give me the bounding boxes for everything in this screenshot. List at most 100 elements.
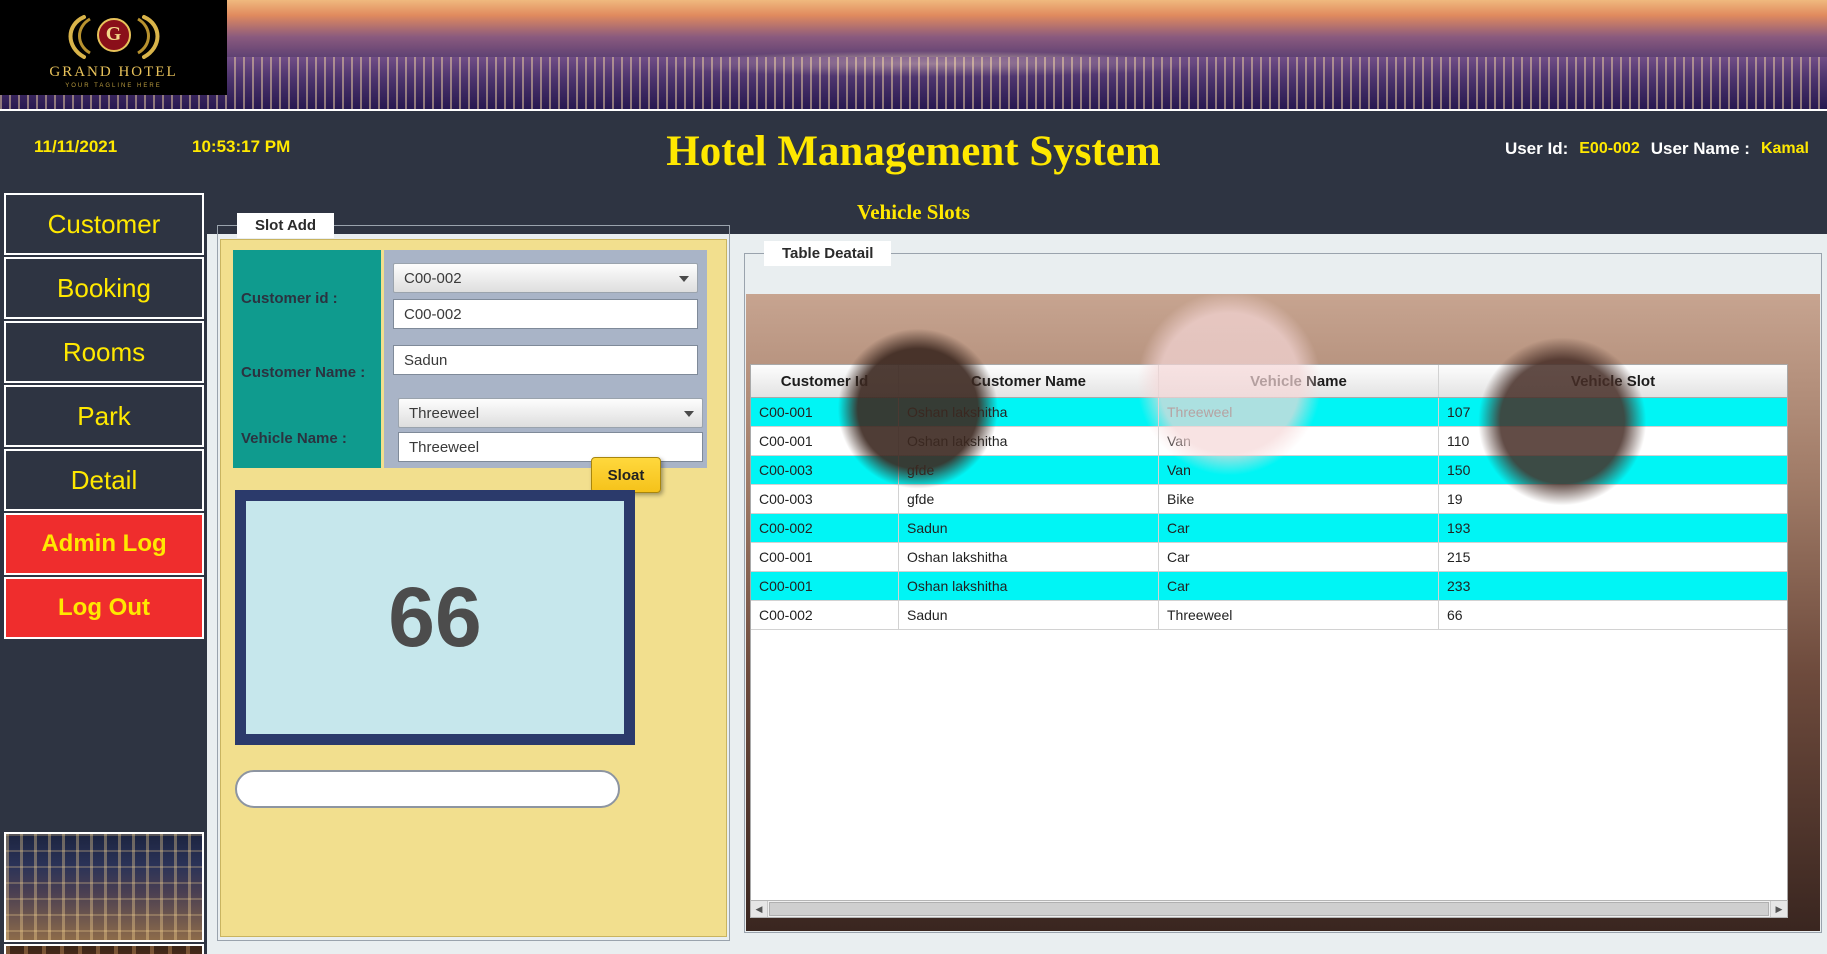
vehicle-name-input-value: Threeweel [409, 439, 480, 456]
column-header-vehicle-name: Vehicle Name [1159, 365, 1439, 397]
table-background-photo: Customer Id Customer Name Vehicle Name V… [746, 294, 1820, 931]
cell-customer-id: C00-001 [751, 427, 899, 455]
table-row[interactable]: C00-001 Oshan lakshitha Car 215 [751, 543, 1787, 572]
sidebar-label: Detail [70, 464, 138, 495]
app-window: G GRAND HOTEL YOUR TAGLINE HERE 11/11/20… [0, 0, 1827, 954]
sloat-button[interactable]: Sloat [591, 457, 661, 493]
slot-add-form: Customer id : Customer Name : Vehicle Na… [220, 239, 727, 937]
sidebar-item-log-out[interactable]: Log Out [4, 577, 204, 639]
scroll-left-arrow-icon[interactable]: ◀ [751, 901, 768, 917]
grid-header-row: Customer Id Customer Name Vehicle Name V… [751, 365, 1787, 398]
cell-vehicle-name: Car [1159, 572, 1439, 600]
cell-vehicle-slot: 193 [1447, 520, 1471, 536]
slot-add-groupbox: Slot Add Customer id : Customer Name : V… [217, 213, 730, 941]
cell-vehicle-name: Car [1159, 514, 1439, 542]
vehicle-name-label: Vehicle Name : [241, 430, 347, 447]
table-detail-groupbox: Table Deatail Customer Id Customer Name … [744, 241, 1822, 933]
cell-customer-name: Oshan lakshitha [899, 543, 1159, 571]
cell-vehicle-name: Car [1159, 543, 1439, 571]
customer-id-input[interactable]: C00-002 [393, 299, 698, 329]
cell-vehicle-name: Bike [1159, 485, 1439, 513]
user-info: User Id: E00-002 User Name : Kamal [1505, 139, 1809, 159]
form-label-column: Customer id : Customer Name : Vehicle Na… [233, 250, 381, 468]
column-header-customer-id: Customer Id [751, 365, 899, 397]
form-input-column: C00-002 C00-002 Sadun Threeweel Threewee… [384, 250, 707, 468]
grid-body: C00-001 Oshan lakshitha Threeweel 107 C00-00… [751, 398, 1787, 900]
slot-number-display: 66 [235, 490, 635, 745]
scroll-right-arrow-icon[interactable]: ▶ [1770, 901, 1787, 917]
cell-customer-name: gfde [899, 485, 1159, 513]
sidebar-label: Log Out [58, 594, 150, 621]
table-row[interactable]: C00-002 Sadun Threeweel 66 [751, 601, 1787, 630]
table-row[interactable]: C00-002 Sadun Car 193 [751, 514, 1787, 543]
cell-customer-id: C00-001 [751, 398, 899, 426]
cell-customer-name: Oshan lakshitha [899, 398, 1159, 426]
sidebar-item-park[interactable]: Park [4, 385, 204, 447]
cell-vehicle-slot: 19 [1447, 491, 1463, 507]
sidebar-label: Booking [57, 272, 151, 303]
slot-add-legend: Slot Add [237, 213, 335, 238]
slot-number-value: 66 [246, 501, 624, 734]
customer-id-label: Customer id : [241, 290, 338, 307]
table-row[interactable]: C00-003 gfde Bike 19 [751, 485, 1787, 514]
slot-search-input[interactable] [235, 770, 620, 808]
banner-photo [0, 0, 1827, 109]
user-name-label: User Name : [1650, 139, 1750, 158]
hotel-logo: G GRAND HOTEL YOUR TAGLINE HERE [0, 0, 227, 95]
customer-id-input-value: C00-002 [404, 306, 462, 323]
sidebar-photo-lobby [4, 944, 204, 954]
cell-vehicle-name: Threeweel [1159, 601, 1439, 629]
vehicle-name-select[interactable]: Threeweel [398, 398, 703, 428]
cell-vehicle-name: Van [1159, 427, 1439, 455]
cell-vehicle-slot: 110 [1447, 433, 1470, 449]
customer-name-input-value: Sadun [404, 352, 448, 369]
customer-name-label: Customer Name : [241, 364, 366, 381]
customer-id-select-value: C00-002 [404, 270, 462, 287]
wreath-icon: G [54, 7, 174, 63]
column-header-customer-name: Customer Name [899, 365, 1159, 397]
cell-customer-name: Oshan lakshitha [899, 427, 1159, 455]
user-id-label: User Id: [1504, 139, 1569, 158]
cell-customer-id: C00-001 [751, 572, 899, 600]
sidebar-label: Customer [47, 208, 161, 239]
sidebar: Customer Booking Rooms Park Detail Admin… [0, 191, 207, 954]
table-row[interactable]: C00-003 gfde Van 150 [751, 456, 1787, 485]
sidebar-item-rooms[interactable]: Rooms [4, 321, 204, 383]
scrollbar-thumb[interactable] [769, 902, 1769, 916]
sidebar-label: Admin Log [41, 530, 167, 557]
cell-vehicle-slot: 107 [1447, 404, 1471, 420]
chevron-down-icon [679, 276, 689, 282]
cell-customer-name: gfde [899, 456, 1159, 484]
banner: G GRAND HOTEL YOUR TAGLINE HERE [0, 0, 1827, 109]
vehicle-slots-grid[interactable]: Customer Id Customer Name Vehicle Name V… [750, 364, 1788, 900]
cell-customer-name: Oshan lakshitha [899, 572, 1159, 600]
cell-vehicle-slot: 215 [1447, 549, 1471, 565]
cell-customer-id: C00-002 [751, 514, 899, 542]
cell-customer-id: C00-002 [751, 601, 899, 629]
chevron-down-icon [684, 411, 694, 417]
logo-tagline: YOUR TAGLINE HERE [65, 82, 162, 89]
table-row[interactable]: C00-001 Oshan lakshitha Van 110 [751, 427, 1787, 456]
logo-name: GRAND HOTEL [49, 63, 178, 80]
sidebar-item-admin-log[interactable]: Admin Log [4, 513, 204, 575]
customer-id-select[interactable]: C00-002 [393, 263, 698, 293]
cell-customer-id: C00-001 [751, 543, 899, 571]
sidebar-item-detail[interactable]: Detail [4, 449, 204, 511]
sidebar-item-customer[interactable]: Customer [4, 193, 204, 255]
table-detail-legend: Table Deatail [764, 241, 892, 266]
table-row[interactable]: C00-001 Oshan lakshitha Threeweel 107 [751, 398, 1787, 427]
customer-name-input[interactable]: Sadun [393, 345, 698, 375]
column-header-vehicle-slot: Vehicle Slot [1570, 372, 1656, 390]
grid-empty-area [751, 630, 1787, 900]
cell-vehicle-slot: 150 [1447, 462, 1471, 478]
cell-customer-name: Sadun [899, 601, 1159, 629]
content-area: Slot Add Customer id : Customer Name : V… [207, 213, 1827, 954]
grid-horizontal-scrollbar[interactable]: ◀ ▶ [750, 900, 1788, 918]
sidebar-item-booking[interactable]: Booking [4, 257, 204, 319]
cell-customer-name: Sadun [899, 514, 1159, 542]
cell-customer-id: C00-003 [751, 485, 899, 513]
table-row[interactable]: C00-001 Oshan lakshitha Car 233 [751, 572, 1787, 601]
vehicle-name-select-value: Threeweel [409, 405, 480, 422]
logo-monogram: G [96, 17, 131, 52]
title-bar: 11/11/2021 10:53:17 PM Hotel Management … [0, 109, 1827, 191]
